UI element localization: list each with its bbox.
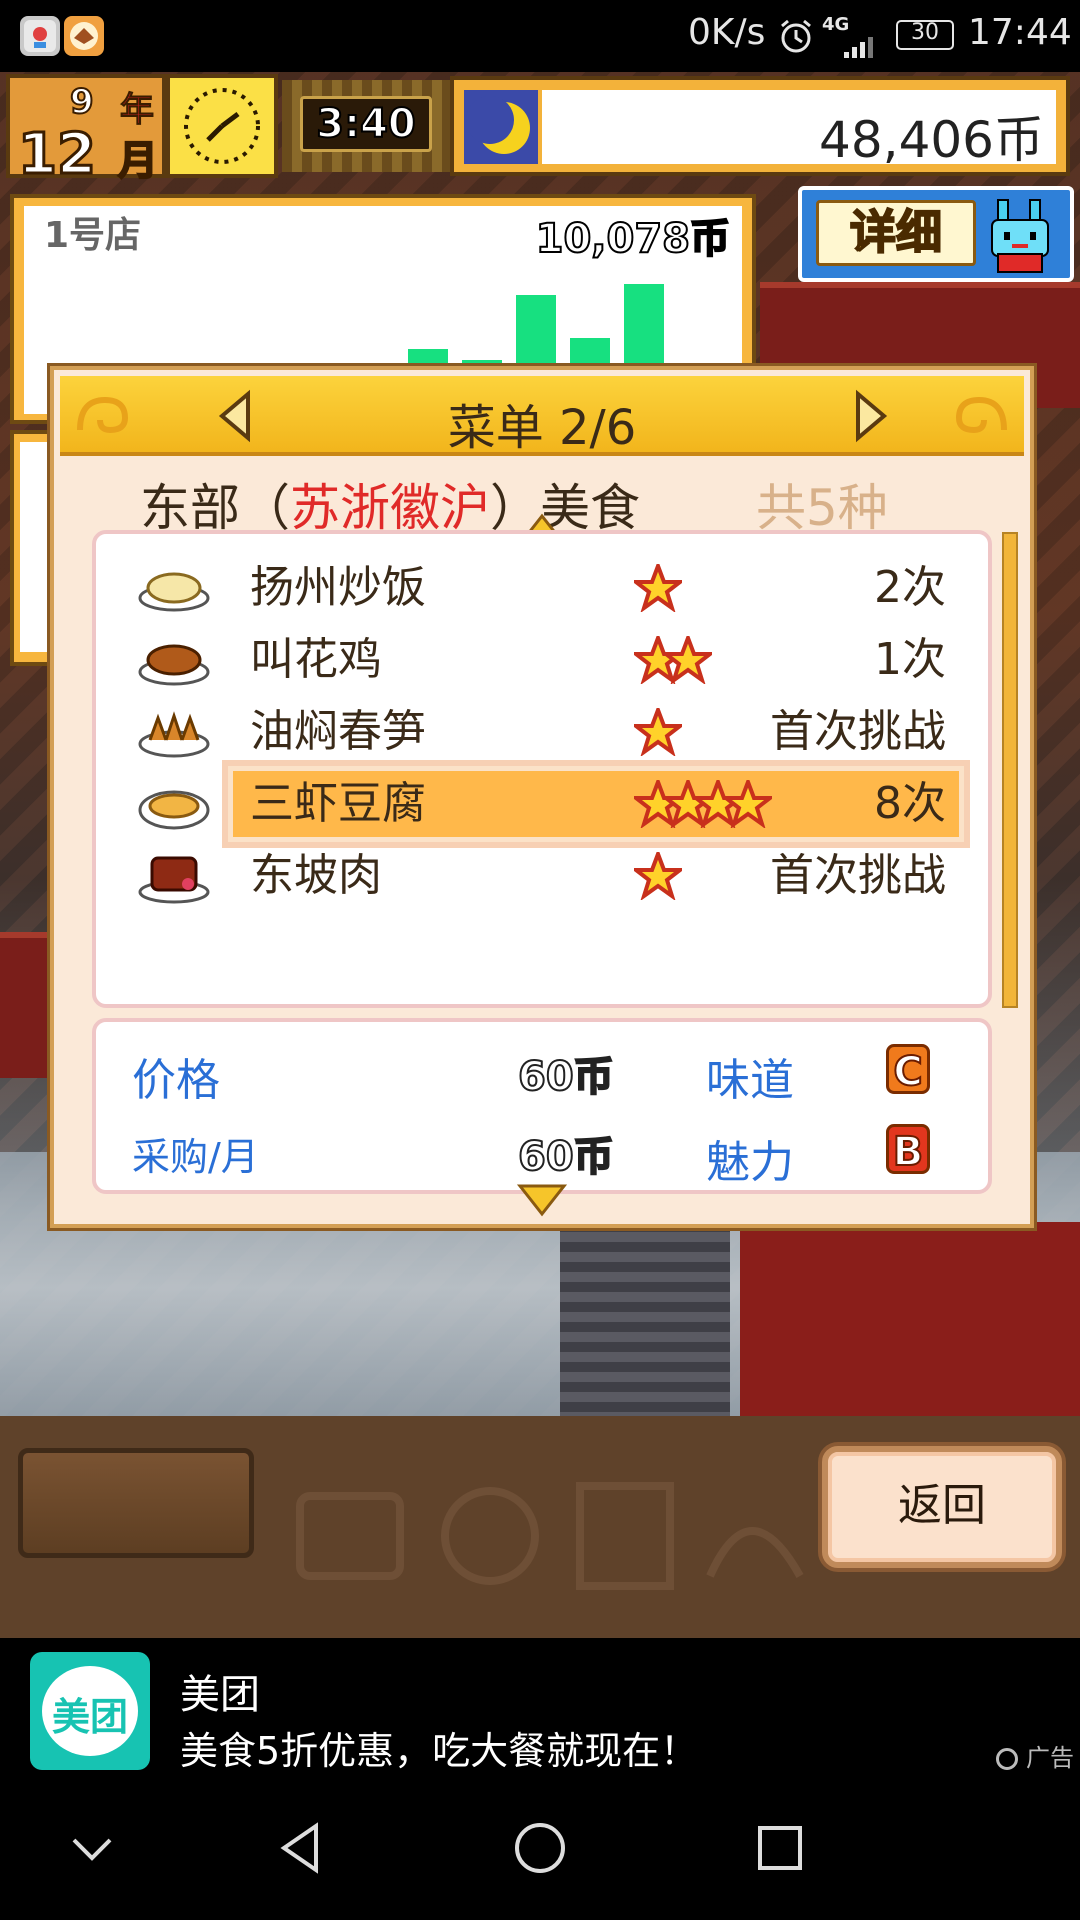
status-bar: 0K/s 4G 30 17:44 <box>0 0 1080 72</box>
detail-button[interactable]: 详细 <box>798 186 1074 282</box>
dish-name: 叫花鸡 <box>250 634 382 685</box>
empty-slot-button[interactable] <box>18 1448 254 1558</box>
menu-dialog: 菜单 2/6 东部（苏浙徽沪）美食 共5种 扬州炒饭 2次 叫花鸡 1次 油焖春笋 首次挑… <box>50 366 1034 1228</box>
roast-chicken-icon <box>136 632 212 688</box>
meituan-logo: 美团 <box>30 1652 150 1770</box>
status-time: 17:44 <box>968 12 1072 53</box>
year-number: 9 <box>69 81 95 123</box>
list-scrollbar[interactable] <box>1002 532 1018 1008</box>
home-circle-icon[interactable] <box>510 1818 570 1878</box>
money-field: 48,406币 <box>542 90 1056 169</box>
money-display: 48,406币 <box>450 76 1070 176</box>
alarm-icon <box>778 18 814 54</box>
swirl-ornament-icon <box>944 390 1014 440</box>
star-icon <box>630 704 686 758</box>
dish-rows: 扬州炒饭 2次 叫花鸡 1次 油焖春笋 首次挑战 三虾豆腐 8次 东坡肉 首次挑战 <box>96 556 996 976</box>
clock-icon <box>166 74 278 178</box>
android-nav-bar <box>0 1772 1080 1920</box>
cuisine-prefix: 东部（ <box>140 479 290 537</box>
dish-stats-panel: 价格 60币 采购/月 60币 味道 C 魅力 B <box>92 1018 992 1194</box>
fried-rice-icon <box>136 560 212 616</box>
next-page-arrow-icon[interactable] <box>840 388 896 444</box>
month-label: 月 <box>117 137 159 185</box>
detail-label: 详细 <box>816 200 976 266</box>
ad-banner[interactable]: 美团 美团 美食5折优惠，吃大餐就现在！ 广告 <box>0 1638 1080 1773</box>
signal-icon <box>822 34 882 58</box>
top-hud: 9 年 12 月 3:40 48,406币 <box>6 74 1076 189</box>
recents-square-icon[interactable] <box>750 1818 810 1878</box>
bamboo-shoots-icon <box>136 704 212 760</box>
rabbit-mascot-icon <box>984 196 1056 274</box>
hide-nav-chevron-down-icon[interactable] <box>62 1818 122 1878</box>
money-amount: 48,406币 <box>819 111 1044 169</box>
dish-name: 油焖春笋 <box>250 706 426 757</box>
star-icon <box>720 776 776 830</box>
price-value: 60币 <box>517 1053 615 1101</box>
dish-name: 三虾豆腐 <box>250 778 426 829</box>
meituan-logo-circle: 美团 <box>42 1666 138 1756</box>
battery-level: 30 <box>911 20 939 45</box>
taste-grade: C <box>886 1044 930 1096</box>
purchase-label: 采购/月 <box>132 1135 259 1179</box>
game-toolbar: 返回 <box>0 1416 1080 1638</box>
dish-cook-count: 首次挑战 <box>770 706 946 757</box>
dish-list: 扬州炒饭 2次 叫花鸡 1次 油焖春笋 首次挑战 三虾豆腐 8次 东坡肉 首次挑战 <box>92 530 992 1008</box>
dish-row[interactable]: 扬州炒饭 2次 <box>96 556 996 620</box>
dish-cook-count: 8次 <box>874 778 946 829</box>
dish-row[interactable]: 油焖春笋 首次挑战 <box>96 700 996 764</box>
ad-title: 美团 <box>180 1672 260 1718</box>
charm-grade: B <box>886 1124 930 1176</box>
ad-tag-label: 广告 <box>1026 1744 1074 1772</box>
battery-icon: 30 <box>896 20 954 50</box>
year-label: 年 <box>120 90 155 131</box>
game-time-frame: 3:40 <box>282 80 452 172</box>
dongpo-pork-icon <box>136 848 212 904</box>
net-speed: 0K/s <box>688 12 766 53</box>
store-name: 1号店 <box>44 215 142 256</box>
network-type: 4G <box>822 14 850 35</box>
store-earnings: 10,078币 <box>535 215 731 263</box>
star-icon <box>630 848 686 902</box>
taste-label: 味道 <box>706 1055 794 1106</box>
dish-row[interactable]: 东坡肉 首次挑战 <box>96 844 996 908</box>
cuisine-region: 苏浙徽沪 <box>290 479 490 537</box>
moon-icon <box>464 90 538 164</box>
bird-app-icon <box>64 16 104 56</box>
back-button[interactable]: 返回 <box>822 1446 1062 1568</box>
star-icon <box>660 632 716 686</box>
ad-tag: 广告 <box>996 1738 1074 1773</box>
ad-logo-text: 美团 <box>51 1695 128 1739</box>
build-menu-decoration-icon <box>290 1466 810 1596</box>
charm-label: 魅力 <box>706 1137 794 1188</box>
price-label: 价格 <box>132 1055 220 1106</box>
star-icon <box>630 560 686 614</box>
dish-name: 东坡肉 <box>250 850 382 901</box>
purchase-value: 60币 <box>517 1133 615 1181</box>
dish-cook-count: 1次 <box>874 634 946 685</box>
game-time-panel: 3:40 <box>300 96 432 152</box>
shrimp-tofu-icon <box>136 776 212 832</box>
dish-cook-count: 首次挑战 <box>770 850 946 901</box>
map-app-icon <box>20 16 60 56</box>
ad-choices-icon <box>996 1748 1019 1770</box>
date-display: 9 年 12 月 <box>6 74 166 189</box>
game-time: 3:40 <box>315 100 417 148</box>
dish-row[interactable]: 三虾豆腐 8次 <box>96 766 996 842</box>
dish-name: 扬州炒饭 <box>250 562 426 613</box>
ad-description: 美食5折优惠，吃大餐就现在！ <box>180 1729 699 1773</box>
dish-row[interactable]: 叫花鸡 1次 <box>96 628 996 692</box>
month-number: 12 <box>17 121 98 189</box>
back-triangle-icon[interactable] <box>272 1818 332 1878</box>
menu-header: 菜单 2/6 <box>60 376 1024 456</box>
dish-cook-count: 2次 <box>874 562 946 613</box>
scroll-down-arrow-icon[interactable] <box>516 1180 568 1220</box>
restaurant-wall <box>740 1222 1080 1422</box>
